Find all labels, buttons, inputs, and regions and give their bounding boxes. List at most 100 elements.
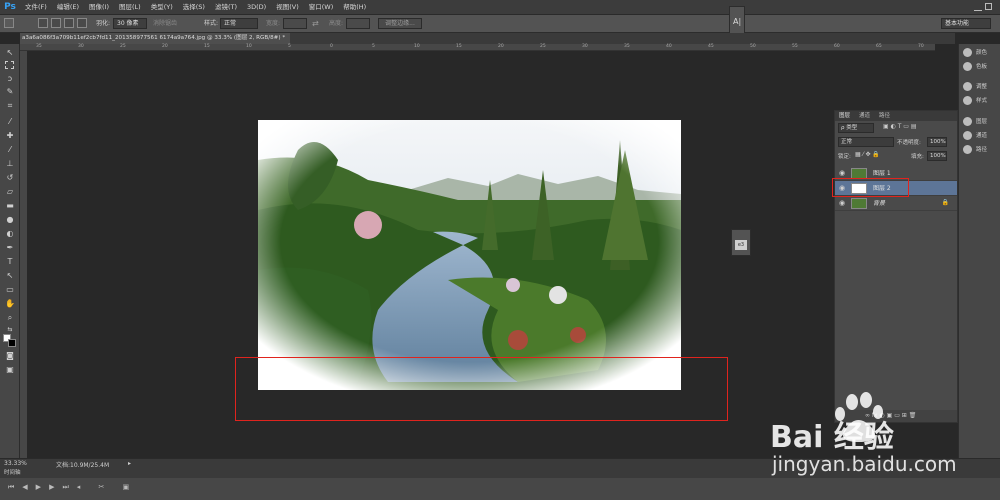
menu-item-edit[interactable]: 编辑(E) <box>52 0 84 15</box>
quick-select-tool-icon[interactable]: ✎ <box>4 86 16 97</box>
ruler-tick-label: 55 <box>792 44 798 49</box>
fill-label: 填充: <box>911 154 924 160</box>
lasso-tool-icon[interactable]: ↄ <box>4 73 16 84</box>
swatches-panel-button[interactable]: 色板 <box>963 60 999 74</box>
menu-item-filter[interactable]: 滤镜(T) <box>210 0 242 15</box>
new-selection-icon[interactable] <box>38 18 48 28</box>
filter-icons[interactable]: ▣ ◐ T ▭ ▤ <box>883 123 917 130</box>
color-panel-button[interactable]: 颜色 <box>963 46 999 60</box>
menu-item-view[interactable]: 视图(V) <box>271 0 304 15</box>
tab-paths[interactable]: 路径 <box>879 112 890 120</box>
ruler-tick-label: 30 <box>78 44 84 49</box>
height-label: 高度: <box>329 20 344 27</box>
background-color-swatch[interactable] <box>8 339 16 347</box>
width-input[interactable] <box>283 18 307 29</box>
character-icon[interactable]: A| <box>733 17 741 26</box>
crop-tool-icon[interactable]: ⌗ <box>4 100 16 111</box>
landscape-rendering <box>258 120 681 390</box>
visibility-eye-icon[interactable]: ◉ <box>839 199 845 207</box>
ruler-tick-label: 15 <box>204 44 210 49</box>
blend-mode-select[interactable]: 正常 <box>838 137 894 147</box>
blur-tool-icon[interactable]: ● <box>4 214 16 225</box>
ruler-tick-label: 45 <box>708 44 714 49</box>
dodge-tool-icon[interactable]: ◐ <box>4 228 16 239</box>
status-arrow-icon[interactable]: ▸ <box>128 460 131 467</box>
layer-filter-select[interactable]: ρ 类型 <box>838 123 874 133</box>
channels-icon <box>963 131 972 140</box>
baidu-url-text: jingyan.baidu.com <box>772 452 957 476</box>
intersect-selection-icon[interactable] <box>77 18 87 28</box>
marquee-tool-preset-icon[interactable] <box>4 18 14 28</box>
eraser-tool-icon[interactable]: ▱ <box>4 186 16 197</box>
quick-mask-icon[interactable]: ◙ <box>4 350 16 361</box>
adjustments-panel-button[interactable]: 调整 <box>963 80 999 94</box>
ruler-tick-label: 5 <box>288 44 291 49</box>
workspace-select[interactable]: 基本功能 <box>941 18 991 29</box>
rectangle-tool-icon[interactable]: ▭ <box>4 284 16 295</box>
layers-panel-button[interactable]: 图层 <box>963 115 999 129</box>
ruler-tick-label: 40 <box>666 44 672 49</box>
document-info: 文档:10.9M/25.4M <box>56 462 110 469</box>
styles-panel-button[interactable]: 样式 <box>963 94 999 108</box>
screen-mode-icon[interactable]: ▣ <box>4 364 16 375</box>
ruler-tick-label: 65 <box>876 44 882 49</box>
menu-item-window[interactable]: 窗口(W) <box>304 0 339 15</box>
tab-layers[interactable]: 图层 <box>839 112 850 120</box>
minimize-icon[interactable] <box>974 3 982 11</box>
healing-brush-tool-icon[interactable]: ✚ <box>4 130 16 141</box>
path-select-tool-icon[interactable]: ↖ <box>4 270 16 281</box>
ruler-tick-label: 50 <box>750 44 756 49</box>
menu-item-image[interactable]: 图像(I) <box>84 0 114 15</box>
fill-input[interactable]: 100% <box>927 151 947 161</box>
clone-stamp-tool-icon[interactable]: ⊥ <box>4 158 16 169</box>
menu-item-layer[interactable]: 图层(L) <box>114 0 146 15</box>
move-tool-icon[interactable]: ↖ <box>4 47 16 58</box>
type-tool-icon[interactable]: T <box>4 256 16 267</box>
options-bar: 羽化: 30 像素 消除锯齿 样式: 正常 宽度: ⇄ 高度: 调整边缘... … <box>0 15 1000 33</box>
menu-item-help[interactable]: 帮助(H) <box>338 0 371 15</box>
marquee-tool-icon[interactable] <box>5 61 14 69</box>
zoom-tool-icon[interactable]: ⌕ <box>4 312 16 323</box>
menu-item-file[interactable]: 文件(F) <box>20 0 52 15</box>
opacity-input[interactable]: 100% <box>927 137 947 147</box>
add-selection-icon[interactable] <box>51 18 61 28</box>
eyedropper-tool-icon[interactable]: ⁄ <box>4 116 16 127</box>
brush-tool-icon[interactable]: ⁄ <box>4 144 16 155</box>
antialias-checkbox[interactable]: 消除锯齿 <box>153 18 177 29</box>
layer-row[interactable]: ◉ 背景 🔒 <box>835 196 957 211</box>
maximize-icon[interactable] <box>985 3 992 10</box>
ruler-tick-label: 25 <box>540 44 546 49</box>
style-select[interactable]: 正常 <box>220 18 258 29</box>
visibility-eye-icon[interactable]: ◉ <box>839 169 845 177</box>
paths-panel-button[interactable]: 路径 <box>963 143 999 157</box>
ruler-tick-label: 0 <box>330 44 333 49</box>
menu-item-type[interactable]: 类型(Y) <box>146 0 178 15</box>
info-panel-icon[interactable]: e3 <box>735 240 747 250</box>
layer-thumbnail <box>851 198 867 209</box>
zoom-level[interactable]: 33.33% <box>4 460 27 467</box>
ruler-tick-label: 30 <box>582 44 588 49</box>
document-tab[interactable]: a3a6a086f3a709b11ef2cb7fd11_201358977561… <box>20 33 290 44</box>
menu-item-3d[interactable]: 3D(D) <box>242 0 271 15</box>
ruler-tick-label: 25 <box>120 44 126 49</box>
feather-input[interactable]: 30 像素 <box>113 18 147 29</box>
subtract-selection-icon[interactable] <box>64 18 74 28</box>
hand-tool-icon[interactable]: ✋ <box>4 298 16 309</box>
gradient-tool-icon[interactable]: ▬ <box>4 200 16 211</box>
layers-icon <box>963 117 972 126</box>
menu-item-select[interactable]: 选择(S) <box>178 0 210 15</box>
landscape-image[interactable] <box>258 120 681 390</box>
ruler-tick-label: 5 <box>372 44 375 49</box>
style-label: 样式: <box>204 20 219 27</box>
height-input[interactable] <box>346 18 370 29</box>
history-brush-tool-icon[interactable]: ↺ <box>4 172 16 183</box>
swap-icon[interactable]: ⇄ <box>312 18 319 29</box>
refine-edge-button[interactable]: 调整边缘... <box>378 18 422 29</box>
channels-panel-button[interactable]: 通道 <box>963 129 999 143</box>
lock-icons[interactable]: ▦ ⁄ ✥ 🔒 <box>855 151 880 158</box>
ruler-tick-label: 10 <box>414 44 420 49</box>
timeline-controls[interactable]: ⏮◀▶▶⏭◂ ✂ ▣ <box>8 483 137 492</box>
tab-channels[interactable]: 通道 <box>859 112 870 120</box>
baidu-brand-text: Bai 经验 <box>770 420 894 455</box>
pen-tool-icon[interactable]: ✒ <box>4 242 16 253</box>
